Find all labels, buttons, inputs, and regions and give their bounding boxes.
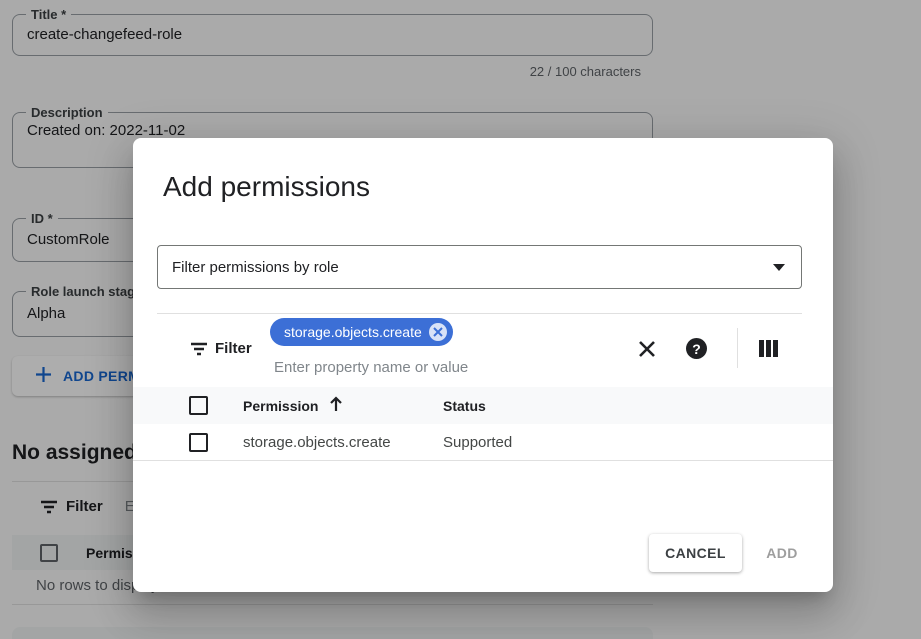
divider [157, 313, 802, 314]
row-status: Supported [443, 434, 512, 451]
filter-chip[interactable]: storage.objects.create [270, 318, 453, 346]
dropdown-arrow-icon [773, 264, 785, 271]
dialog-title: Add permissions [163, 171, 370, 203]
dialog-filter-input[interactable]: Enter property name or value [274, 359, 468, 376]
cancel-button[interactable]: CANCEL [649, 534, 742, 572]
status-column-header[interactable]: Status [443, 398, 486, 414]
role-filter-select-value: Filter permissions by role [172, 259, 339, 276]
dialog-filter-bar[interactable]: Filter [190, 340, 252, 357]
filter-chip-label: storage.objects.create [284, 324, 422, 340]
chip-remove-icon[interactable] [429, 323, 447, 341]
dialog-filter-label: Filter [215, 340, 252, 357]
table-row[interactable]: storage.objects.create Supported [133, 424, 833, 461]
help-icon[interactable]: ? [686, 338, 707, 359]
sort-ascending-icon[interactable] [328, 395, 344, 416]
role-filter-select[interactable]: Filter permissions by role [157, 245, 802, 289]
column-display-icon[interactable] [759, 340, 778, 357]
select-all-checkbox[interactable] [189, 396, 208, 415]
screen: Title * create-changefeed-role 22 / 100 … [0, 0, 921, 639]
clear-filter-icon[interactable] [636, 338, 658, 360]
add-button[interactable]: ADD [750, 534, 814, 572]
divider [737, 328, 738, 368]
dialog-table-header: Permission Status [133, 387, 833, 424]
row-permission: storage.objects.create [243, 434, 391, 451]
row-checkbox[interactable] [189, 433, 208, 452]
permission-column-header[interactable]: Permission [243, 395, 344, 416]
add-permissions-dialog: Add permissions Filter permissions by ro… [133, 138, 833, 592]
filter-icon [190, 342, 208, 356]
